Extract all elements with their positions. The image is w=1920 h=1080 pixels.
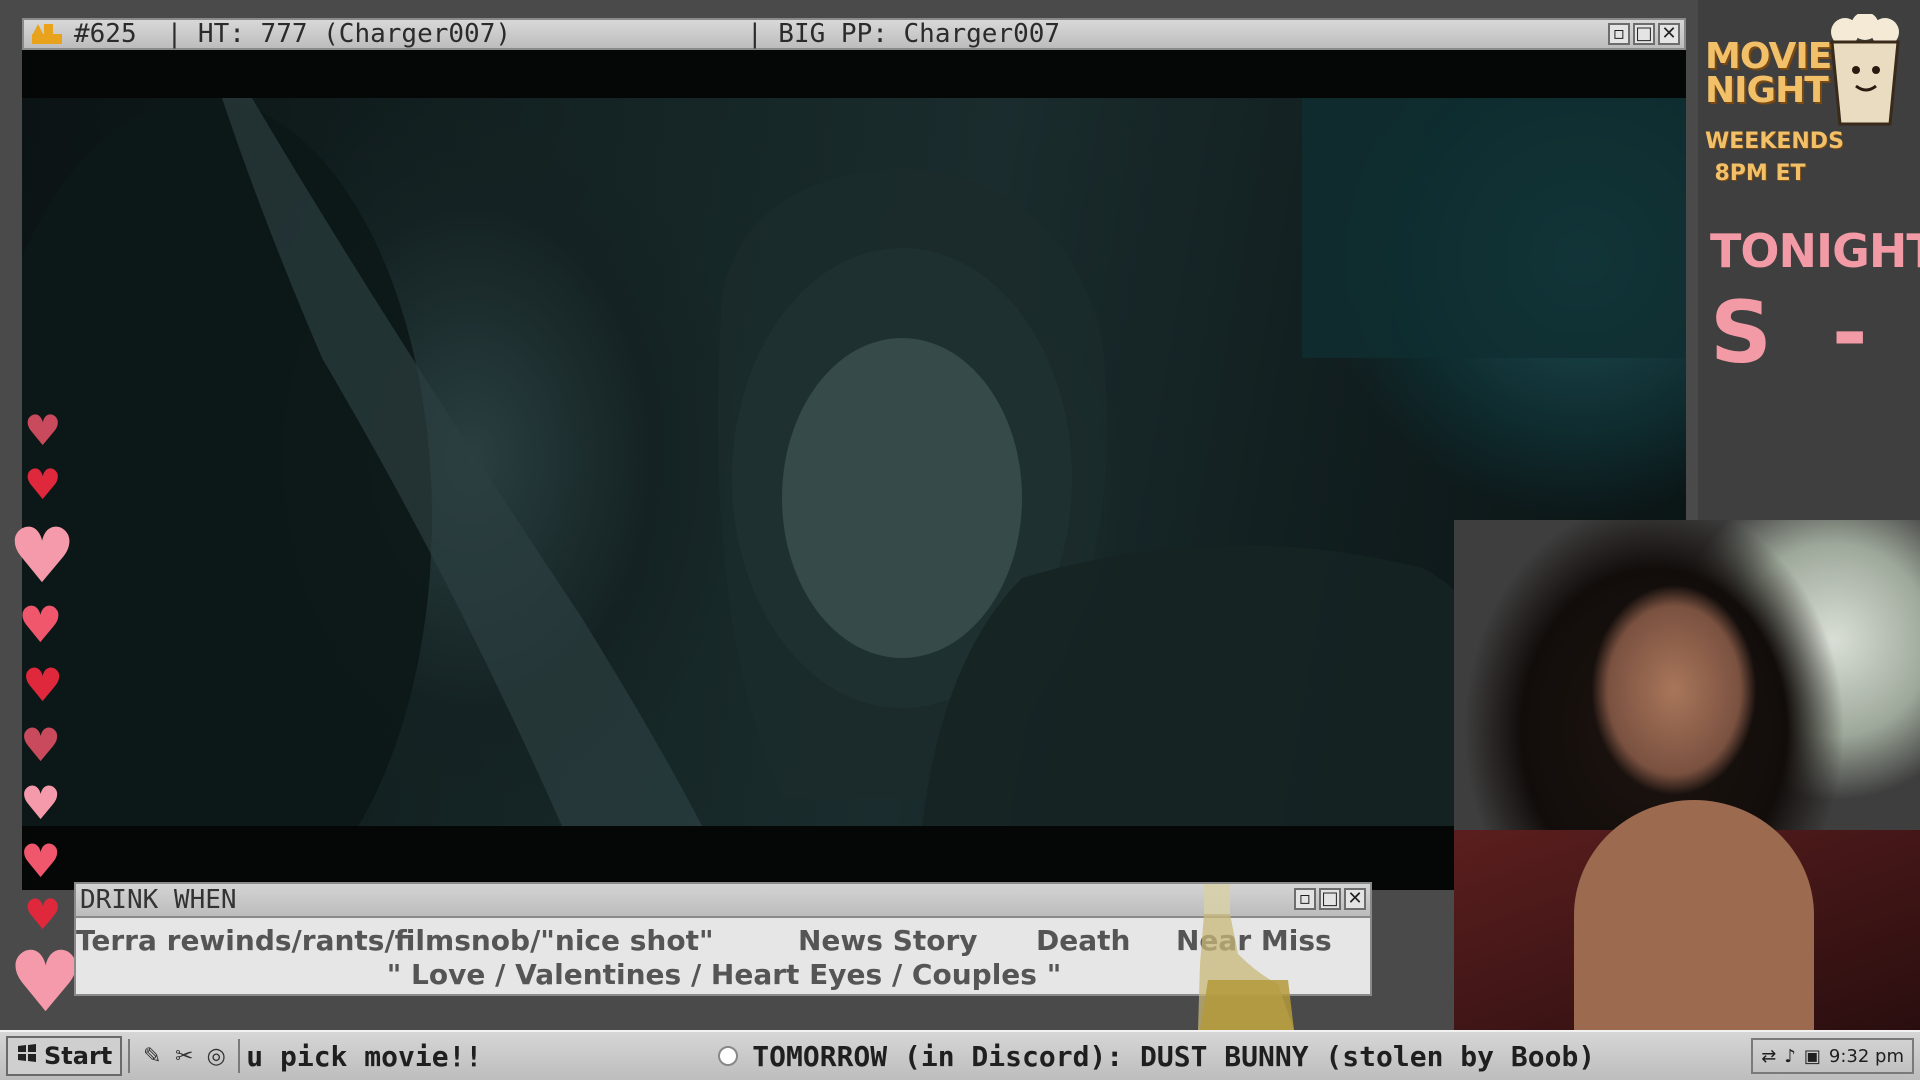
tonight-marquee: S - I xyxy=(1710,290,1868,376)
system-tray: ⇄ ♪ ▣ 9:32 pm xyxy=(1751,1038,1914,1074)
start-logo-icon xyxy=(16,1042,38,1070)
drink-rule-death: Death xyxy=(1036,924,1131,957)
movie-night-line1: MOVIE xyxy=(1705,36,1832,77)
taskbar-divider xyxy=(128,1039,131,1073)
drink-rule-rewinds: Terra rewinds/rants/filmsnob/"nice shot" xyxy=(76,924,714,957)
close-icon: ✕ xyxy=(1347,888,1363,909)
rank-text: #625 xyxy=(74,19,137,49)
volume-icon[interactable]: ♪ xyxy=(1784,1046,1796,1067)
minimize-button[interactable]: ▫ xyxy=(1608,23,1630,45)
start-label: Start xyxy=(44,1042,113,1070)
stream-title-bar: #625 | HT: 777 (Charger007) | BIG PP: Ch… xyxy=(22,18,1686,76)
drink-when-title: DRINK WHEN xyxy=(80,885,237,915)
heart-icon: ♥ xyxy=(8,511,77,600)
drink-close-button[interactable]: ✕ xyxy=(1344,888,1366,910)
movie-prompt-text: u pick movie!! xyxy=(246,1039,483,1073)
heart-icon: ♥ xyxy=(22,658,64,712)
popcorn-mascot-icon xyxy=(1830,14,1900,126)
drink-rule-love: " Love / Valentines / Heart Eyes / Coupl… xyxy=(386,958,1062,991)
taskbar: Start ✎ ✂ ◎ u pick movie!! TOMORROW (in … xyxy=(0,1030,1920,1080)
paint-icon[interactable]: ✂ xyxy=(172,1044,196,1069)
heart-icon: ♥ xyxy=(24,406,62,455)
maximize-icon: □ xyxy=(1635,23,1653,44)
heart-icon: ♥ xyxy=(20,718,62,772)
heart-icon: ♥ xyxy=(24,460,62,509)
maximize-icon: □ xyxy=(1321,888,1339,909)
webcam-subject xyxy=(1574,800,1814,1030)
start-button[interactable]: Start xyxy=(6,1036,123,1076)
heart-icon: ♥ xyxy=(20,834,62,888)
bottle-icon xyxy=(1198,884,1294,1030)
taskbar-divider xyxy=(238,1039,241,1073)
movie-night-title: MOVIE NIGHT xyxy=(1705,36,1832,111)
drink-rules-row: Terra rewinds/rants/filmsnob/"nice shot"… xyxy=(76,920,1372,958)
browser-icon[interactable]: ◎ xyxy=(204,1044,228,1069)
movie-night-schedule: WEEKENDS 8PM ET xyxy=(1705,126,1844,190)
maximize-button[interactable]: □ xyxy=(1633,23,1655,45)
heart-icon: ♥ xyxy=(18,596,63,654)
window-controls: ▫ □ ✕ xyxy=(1608,23,1680,45)
close-button[interactable]: ✕ xyxy=(1658,23,1680,45)
schedule-time: 8PM ET xyxy=(1714,161,1806,186)
movie-night-line2: NIGHT xyxy=(1705,70,1829,111)
movie-scene xyxy=(22,98,1686,826)
drink-maximize-button[interactable]: □ xyxy=(1319,888,1341,910)
movie-frame xyxy=(22,98,1686,826)
drink-window-controls: ▫ □ ✕ xyxy=(1294,888,1366,910)
minimize-icon: ▫ xyxy=(1612,23,1626,44)
drink-when-window: DRINK WHEN ▫ □ ✕ Terra rewinds/rants/fil… xyxy=(74,882,1372,996)
ht-text: | HT: 777 (Charger007) xyxy=(166,19,511,49)
close-icon: ✕ xyxy=(1661,23,1677,44)
network-icon[interactable]: ⇄ xyxy=(1761,1046,1776,1067)
drink-when-title-bar: DRINK WHEN ▫ □ ✕ xyxy=(76,884,1370,918)
clock[interactable]: 9:32 pm xyxy=(1829,1046,1904,1067)
drink-rule-news: News Story xyxy=(798,924,978,957)
webcam-feed xyxy=(1454,520,1920,1030)
heart-icon: ♥ xyxy=(8,933,84,1031)
bigpp-text: | BIG PP: Charger007 xyxy=(747,19,1061,49)
schedule-days: WEEKENDS xyxy=(1705,129,1844,154)
tonight-label: TONIGHT: xyxy=(1710,224,1920,278)
notepad-icon[interactable]: ✎ xyxy=(140,1044,164,1069)
heart-icon: ♥ xyxy=(20,776,62,830)
heart-icon: ♥ xyxy=(24,890,62,939)
announcement-text: TOMORROW (in Discord): DUST BUNNY (stole… xyxy=(752,1039,1596,1073)
crown-icon xyxy=(32,24,125,76)
video-player[interactable] xyxy=(22,50,1686,890)
record-dot-icon xyxy=(718,1046,739,1066)
display-icon[interactable]: ▣ xyxy=(1804,1046,1821,1067)
